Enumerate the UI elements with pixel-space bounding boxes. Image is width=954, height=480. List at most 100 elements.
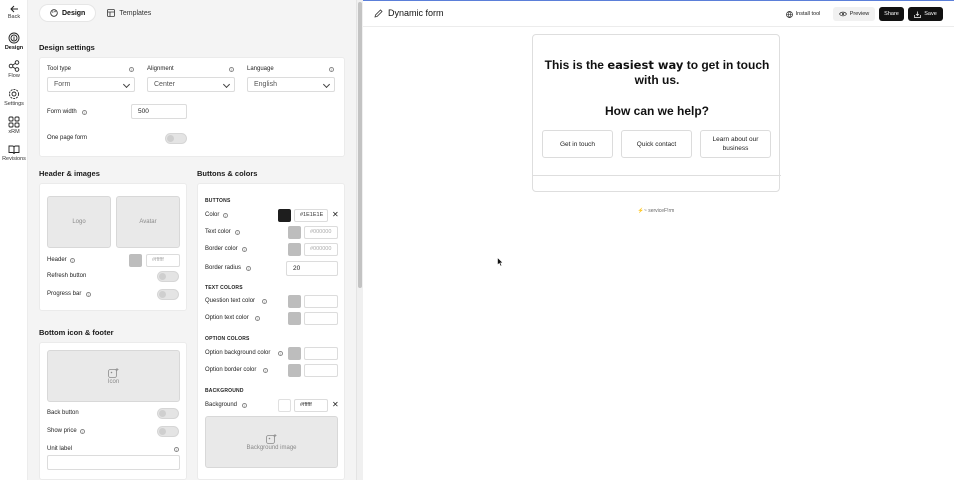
- tool-type-select[interactable]: Form: [47, 77, 135, 92]
- share-button[interactable]: Share: [879, 7, 904, 21]
- rail-item-settings[interactable]: Settings: [0, 88, 28, 107]
- option-border-swatch[interactable]: [288, 364, 301, 377]
- tab-templates-label: Templates: [119, 9, 152, 17]
- form-footer-divider: [533, 175, 781, 176]
- text-color-label: Text color: [205, 229, 231, 235]
- globe-icon: [785, 10, 793, 18]
- text-color-input[interactable]: #000000: [304, 226, 338, 239]
- alignment-select[interactable]: Center: [147, 77, 235, 92]
- branding-label: ⚡~ serviceF!rm: [637, 208, 675, 214]
- refresh-button-toggle[interactable]: [157, 271, 179, 282]
- bottom-footer-title: Bottom icon & footer: [39, 328, 114, 337]
- option-get-in-touch[interactable]: Get in touch: [542, 130, 613, 158]
- clear-background-icon[interactable]: ✕: [332, 401, 339, 409]
- option-text-input[interactable]: [304, 312, 338, 325]
- form-title[interactable]: Dynamic form: [388, 8, 444, 18]
- question-text-input[interactable]: [304, 295, 338, 308]
- background-heading: BACKGROUND: [205, 388, 244, 394]
- info-icon: i: [82, 110, 87, 115]
- design-settings-card: Tool type i Form Alignment i Center Lang…: [39, 57, 345, 157]
- layout-icon: [107, 9, 116, 17]
- form-width-input[interactable]: 500: [131, 104, 187, 119]
- header-hex-input[interactable]: #ffffff: [146, 254, 180, 267]
- button-color-swatch[interactable]: [278, 209, 291, 222]
- unit-label-label: Unit label: [47, 446, 73, 452]
- design-settings-title: Design settings: [39, 43, 95, 52]
- tab-design-label: Design: [62, 9, 86, 17]
- tab-design[interactable]: Design: [40, 5, 96, 21]
- install-tool-button[interactable]: Install tool: [783, 7, 823, 21]
- border-radius-input[interactable]: 20: [286, 261, 338, 276]
- background-color-swatch[interactable]: [278, 399, 291, 412]
- mouse-cursor-icon: [497, 257, 504, 267]
- header-color-swatch[interactable]: [129, 254, 142, 267]
- show-price-toggle[interactable]: [157, 426, 179, 437]
- rail-label-design: Design: [4, 45, 24, 51]
- save-button[interactable]: Save: [908, 7, 943, 21]
- rail-item-design[interactable]: Design: [0, 32, 28, 51]
- buttons-colors-card: BUTTONS Color i #1E1E1E ✕ Text color i #…: [197, 183, 345, 480]
- rail-item-revisions[interactable]: Revisions: [0, 144, 28, 162]
- icon-upload[interactable]: Icon: [47, 350, 180, 402]
- pencil-icon[interactable]: [374, 9, 383, 18]
- buttons-heading: BUTTONS: [205, 198, 231, 204]
- info-icon: i: [80, 429, 85, 434]
- option-bg-input[interactable]: [304, 347, 338, 360]
- info-icon: i: [263, 368, 268, 373]
- show-price-label: Show price: [47, 428, 77, 434]
- rail-item-flow[interactable]: Flow: [0, 60, 28, 79]
- option-bg-color-label: Option background color: [205, 350, 271, 356]
- form-headline: This is the easiest way to get in touch …: [533, 58, 781, 88]
- clear-color-icon[interactable]: ✕: [332, 211, 339, 219]
- tab-templates[interactable]: Templates: [97, 5, 161, 21]
- option-bg-swatch[interactable]: [288, 347, 301, 360]
- form-width-label: Form width: [47, 109, 77, 115]
- form-preview: This is the easiest way to get in touch …: [532, 34, 781, 192]
- option-colors-heading: OPTION COLORS: [205, 336, 250, 342]
- one-page-form-toggle[interactable]: [165, 133, 187, 144]
- option-text-swatch[interactable]: [288, 312, 301, 325]
- button-color-hex[interactable]: #1E1E1E: [294, 209, 328, 222]
- option-border-input[interactable]: [304, 364, 338, 377]
- option-learn-business[interactable]: Learn about our business: [700, 130, 771, 158]
- rail-item-xrm[interactable]: xRM: [0, 116, 28, 135]
- background-hex[interactable]: #ffffff: [294, 399, 328, 412]
- progress-bar-label: Progress bar: [47, 291, 82, 297]
- question-text-swatch[interactable]: [288, 295, 301, 308]
- preview-button[interactable]: Preview: [833, 7, 875, 21]
- alignment-value: Center: [154, 81, 176, 88]
- info-icon: i: [242, 403, 247, 408]
- language-select[interactable]: English: [247, 77, 335, 92]
- text-colors-heading: TEXT COLORS: [205, 285, 243, 291]
- unit-label-input[interactable]: [47, 455, 180, 470]
- headline-start: This is the: [544, 58, 608, 72]
- one-page-form-label: One page form: [47, 135, 88, 141]
- info-icon: i: [242, 247, 247, 252]
- text-color-swatch[interactable]: [288, 226, 301, 239]
- info-icon: i: [262, 299, 267, 304]
- avatar-upload[interactable]: Avatar: [116, 196, 180, 248]
- progress-bar-toggle[interactable]: [157, 289, 179, 300]
- border-color-swatch[interactable]: [288, 243, 301, 256]
- share-nodes-icon: [8, 60, 20, 72]
- logo-upload[interactable]: Logo: [47, 196, 111, 248]
- info-icon: i: [70, 258, 75, 263]
- background-image-upload[interactable]: Background image: [205, 416, 338, 468]
- option-border-color-label: Option border color: [205, 367, 257, 373]
- image-add-icon: [108, 367, 119, 378]
- back-button[interactable]: Back: [0, 5, 28, 20]
- border-color-label: Border color: [205, 246, 238, 252]
- rail-label-revisions: Revisions: [2, 156, 26, 162]
- border-color-input[interactable]: #000000: [304, 243, 338, 256]
- nav-rail: Back Design Flow Settings xRM Revisions: [0, 0, 28, 480]
- option-quick-contact[interactable]: Quick contact: [621, 130, 692, 158]
- info-icon: i: [246, 266, 251, 271]
- language-value: English: [254, 81, 277, 88]
- avatar-label: Avatar: [139, 219, 157, 225]
- back-button-toggle[interactable]: [157, 408, 179, 419]
- icon-upload-label: Icon: [107, 378, 120, 385]
- panel-scrollbar[interactable]: [356, 0, 363, 480]
- grid-squares-icon: [8, 116, 20, 128]
- rail-label-xrm: xRM: [8, 129, 20, 135]
- scrollbar-thumb[interactable]: [358, 2, 362, 288]
